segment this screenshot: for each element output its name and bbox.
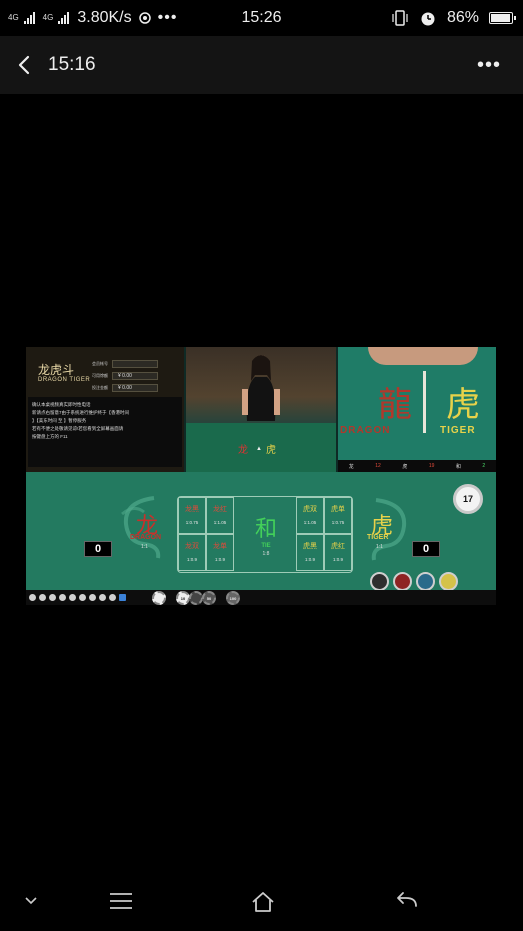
bet-dragon-black[interactable]: 龙黑 1:0.75 [178,497,206,534]
lobby-icon[interactable] [39,594,46,601]
menu-icon[interactable] [108,890,134,912]
logo-en: DRAGON TIGER [38,377,91,383]
card-tiger-en: TIGER [440,425,476,436]
card-tiger-cn: 虎 [446,385,480,425]
card-dragon-en: DRAGON [340,425,391,436]
bet-tiger-red[interactable]: 虎红 1:0.9 [324,534,352,571]
dealer-hands [368,347,478,365]
dealer-figure [242,355,280,421]
clear-button[interactable] [393,572,412,591]
info-panel: 龙虎斗 DRAGON TIGER 会员帐号 可用馀额 ¥ 0.00 投注金额 ¥… [26,347,184,472]
alarm-icon [421,12,435,26]
stat-label: 虎 [402,463,408,470]
notice-line: 】【美东时间 至 】暂停服务 [32,418,87,423]
chat-icon[interactable] [99,594,106,601]
balance-value: ¥ 0.00 [112,372,158,380]
tiger-odds: 1:1 [376,544,383,550]
bet-tiger-even[interactable]: 虎双 1:1.05 [296,497,324,534]
home-nav-icon[interactable] [250,890,276,914]
side-bets-grid: 龙黑 1:0.75 龙红 1:1.05 龙双 1:0.9 龙单 1:0.9 和 … [177,496,353,573]
more-options-icon[interactable]: ••• [477,54,501,77]
top-panel: 龙虎斗 DRAGON TIGER 会员帐号 可用馀额 ¥ 0.00 投注金额 ¥… [26,347,496,472]
table-marker: ▲ [256,446,262,452]
game-screenshot[interactable]: 龙虎斗 DRAGON TIGER 会员帐号 可用馀额 ¥ 0.00 投注金额 ¥… [26,347,496,605]
stat-value: 19 [428,463,435,469]
dragon-chip-total: 0 [84,541,112,557]
vibrate-icon [392,10,408,26]
history-icon[interactable] [49,594,56,601]
chevron-down-icon[interactable] [24,896,38,906]
battery-icon [489,12,516,24]
tiger-label-en[interactable]: TIGER [367,534,388,541]
table-tag-dragon: 龙 [238,445,248,456]
notice-line: 确认本桌视频真实即时性电话 [32,402,91,407]
tie-odds: 1:8 [262,551,270,557]
tie-label-cn: 和 [254,517,277,542]
notice-line: 按键盘上方的 F11 [32,434,68,439]
balance-label: 会员帐号 [92,361,108,366]
stat-value: 2 [482,463,486,469]
balance-label: 可用馀额 [92,373,108,378]
notice-line: 新请点右留意7由于系统进行维护终于【香港时间 [32,410,130,415]
card-divider [423,371,426,433]
bet-dragon-odd[interactable]: 龙单 1:0.9 [206,534,234,571]
chip-10[interactable]: 10 [176,591,190,605]
fullscreen-icon[interactable] [119,594,126,601]
balance-row: 可用馀额 ¥ 0.00 [92,372,158,380]
balance-value: ¥ 0.00 [112,384,158,392]
results-stats: 龙 12 虎 19 和 2 [338,460,496,472]
battery-percent: 86% [446,9,479,26]
balance-value [112,360,158,368]
app-title: 15:16 [48,54,96,75]
stat-value: 12 [375,463,381,469]
status-right: 86% [391,9,516,27]
stat-label: 龙 [348,463,354,470]
repeat-button[interactable] [416,572,435,591]
bet-dragon-red[interactable]: 龙红 1:1.05 [206,497,234,534]
bet-tie[interactable]: 和 TIE 1:8 [238,499,294,571]
dealer-video: 龙 ▲ 虎 [186,347,336,472]
tiger-chip-total: 0 [412,541,440,557]
video-icon[interactable] [79,594,86,601]
navigation-bar [0,872,523,931]
settings-icon[interactable] [59,594,66,601]
card-dragon-cn: 龍 [378,385,412,425]
chip-50[interactable]: 50 [202,591,216,605]
back-arrow-icon[interactable] [14,53,36,77]
balance-label: 投注金额 [92,385,108,390]
undo-button[interactable] [439,572,458,591]
logo-cn: 龙虎斗 [38,363,75,377]
dragon-label-en[interactable]: DRAGON [130,534,161,541]
notice-line: 若有不便之处敬请见谅!若您看到全屏幕画面请 [32,426,124,431]
balance-row: 投注金额 ¥ 0.00 [92,384,158,392]
game-toolbar: 10 50 100 [26,590,496,605]
home-icon[interactable] [29,594,36,601]
betting-felt: 龙 DRAGON 1:1 0 龙黑 1:0.75 龙红 1:1.05 龙双 1:… [26,472,496,598]
bet-tiger-odd[interactable]: 虎单 1:0.75 [324,497,352,534]
app-bar: 15:16 ••• [0,36,523,94]
status-bar: 4G 4G 3.80K/s ••• 15:26 86% [0,0,523,36]
back-nav-icon[interactable] [394,890,420,912]
rules-icon[interactable] [89,594,96,601]
stat-label: 和 [455,463,461,470]
dragon-odds: 1:1 [141,544,148,550]
confirm-button[interactable] [370,572,389,591]
bet-tiger-black[interactable]: 虎黑 1:0.9 [296,534,324,571]
countdown-timer: 17 [453,484,483,514]
notice-box: 确认本桌视频真实即时性电话 新请点右留意7由于系统进行维护终于【香港时间 】【美… [28,397,182,467]
card-view: 龍 DRAGON 虎 TIGER 龙 12 虎 19 和 2 [338,347,496,472]
bet-dragon-even[interactable]: 龙双 1:0.9 [178,534,206,571]
sound-icon[interactable] [69,594,76,601]
balance-row: 会员帐号 [92,360,158,368]
tie-label-en: TIE [261,543,271,549]
help-icon[interactable] [109,594,116,601]
table-tag-tiger: 虎 [266,445,276,456]
chip-100[interactable]: 100 [226,591,240,605]
chip-blank[interactable] [189,591,203,605]
chip-1[interactable] [152,591,166,605]
